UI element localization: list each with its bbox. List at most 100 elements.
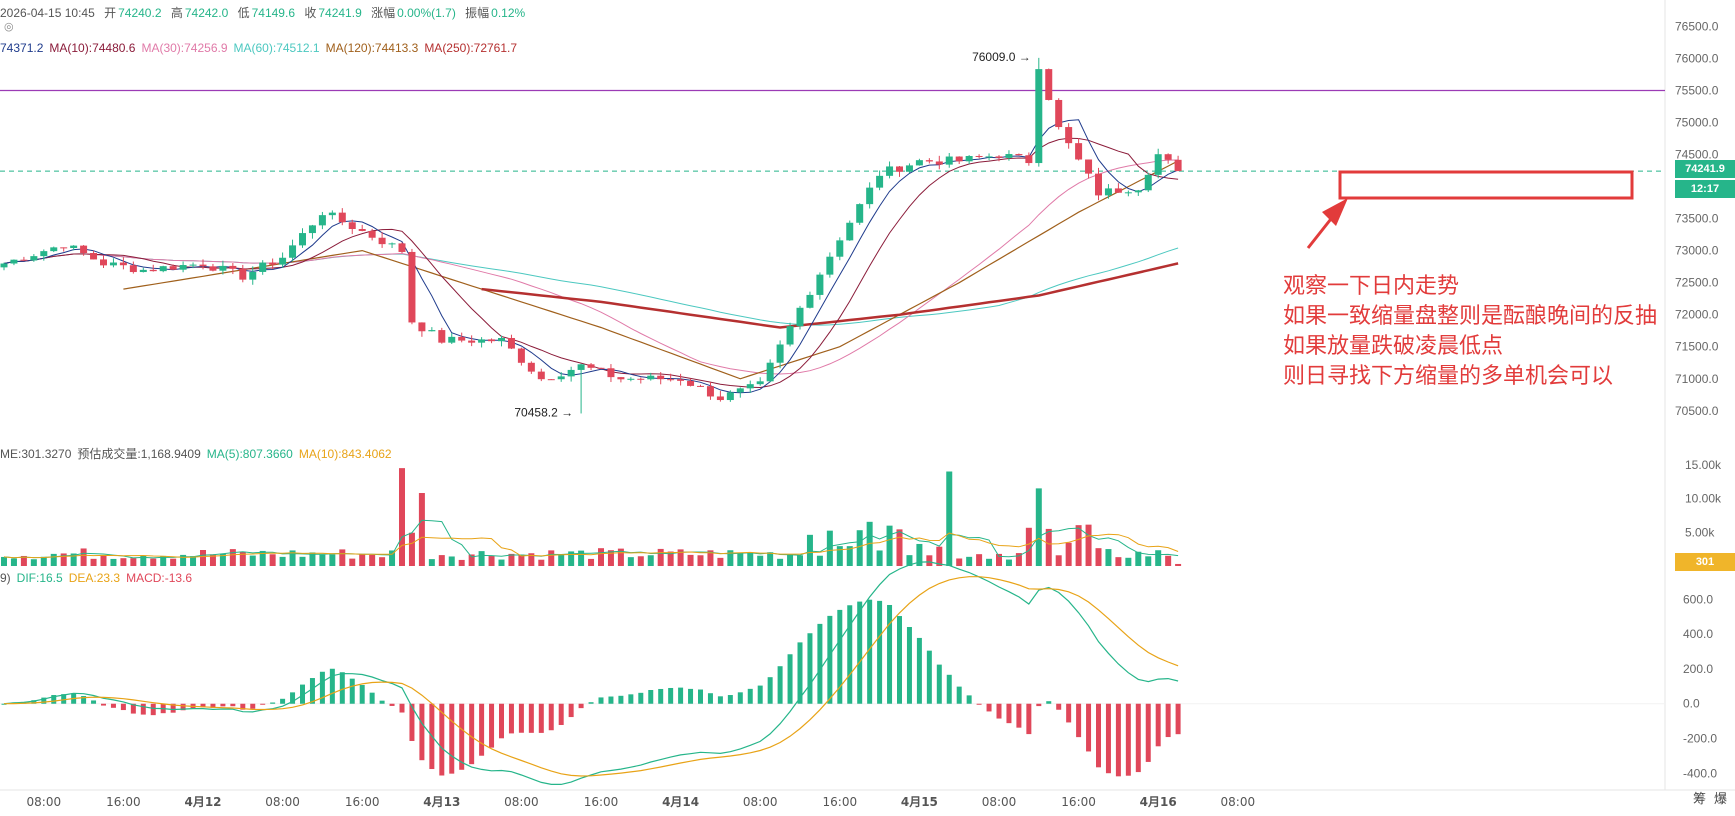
volume-bar <box>1035 488 1042 566</box>
volume-legend: ME:301.3270 预估成交量:1,168.9409 MA(5):807.366… <box>0 445 398 462</box>
chart-stage[interactable]: 76500.076000.075500.075000.074500.074000… <box>0 0 1735 811</box>
candle-body <box>677 379 685 381</box>
macd-legend: 9) DIF:16.5 DEA:23.3 MACD:-13.6 <box>0 571 198 585</box>
macd-histogram-bar <box>1006 703 1012 724</box>
header-open: 74240.2 <box>118 6 162 20</box>
macd-histogram-bar <box>608 696 614 704</box>
price-tick-label: 72500.0 <box>1675 276 1719 290</box>
volume-bar <box>369 554 376 566</box>
header-amp-label: 振幅 <box>465 6 490 20</box>
macd-histogram-bar <box>658 688 664 704</box>
macd-histogram-bar <box>707 693 713 704</box>
macd-histogram-bar <box>787 654 793 704</box>
ohlc-header: 2026-04-15 10:45 开 74240.2 高 74242.0 低 7414… <box>0 4 531 21</box>
macd-histogram-bar <box>1036 703 1042 707</box>
candle-body <box>706 386 714 397</box>
macd-histogram-bar <box>678 687 684 704</box>
volume-legend-item-1: 预估成交量:1,168.9409 <box>77 447 201 461</box>
volume-bar <box>359 553 366 566</box>
macd-histogram-bar <box>747 688 753 704</box>
price-tick-label: 73000.0 <box>1675 244 1719 258</box>
volume-bar <box>498 559 505 566</box>
macd-histogram-bar <box>757 685 763 704</box>
macd-histogram-bar <box>877 600 883 704</box>
volume-bar <box>1175 563 1182 566</box>
macd-histogram-bar <box>986 703 992 712</box>
macd-histogram-bar <box>538 703 544 733</box>
price-chart[interactable]: 76500.076000.075500.075000.074500.074000… <box>0 0 1735 811</box>
liquidation-icon[interactable]: 爆 <box>1714 788 1727 807</box>
price-tick-label: 76500.0 <box>1675 19 1719 33</box>
candle-body <box>179 265 187 270</box>
macd-histogram-bar <box>698 689 703 704</box>
time-tick-label: 08:00 <box>1221 795 1256 809</box>
volume-bar <box>717 557 724 566</box>
macd-legend-item-2: DEA:23.3 <box>68 571 121 585</box>
candle-body <box>766 362 774 382</box>
candle-body <box>1134 190 1142 193</box>
ma60-line <box>3 247 1179 326</box>
macd-tick-label: -400.0 <box>1683 766 1717 780</box>
macd-histogram-bar <box>339 672 345 704</box>
volume-bar <box>30 559 37 566</box>
header-change-label: 涨幅 <box>371 6 396 20</box>
candle-body <box>607 368 615 378</box>
volume-bar <box>1135 551 1142 566</box>
candle-body <box>627 378 635 380</box>
macd-histogram-bar <box>479 703 485 756</box>
time-tick-label: 08:00 <box>265 795 300 809</box>
volume-bar <box>558 554 565 566</box>
macd-histogram-bar <box>628 694 634 704</box>
candle-body <box>159 266 167 272</box>
ma-legend-item-5: MA(250):72761.7 <box>424 41 518 55</box>
macd-histogram-bar <box>449 703 455 774</box>
candle-body <box>1095 173 1102 196</box>
candle-body <box>1015 154 1023 156</box>
chip-distribution-icon[interactable]: 筹 <box>1693 788 1706 807</box>
candle-body <box>30 256 38 261</box>
candle-body <box>269 262 277 265</box>
volume-bar <box>856 530 863 566</box>
macd-histogram-bar <box>140 703 146 715</box>
macd-histogram-bar <box>1135 703 1141 773</box>
volume-bar <box>806 534 813 566</box>
candle-body <box>667 379 675 381</box>
volume-bar <box>408 532 415 566</box>
candle-body <box>388 243 396 245</box>
candle-body <box>249 271 257 280</box>
macd-histogram-bar <box>1016 703 1022 728</box>
price-tick-label: 72000.0 <box>1675 308 1719 322</box>
volume-bar <box>10 558 17 566</box>
volume-bar <box>279 556 286 566</box>
volume-bar <box>1045 528 1052 566</box>
macd-histogram-bar <box>369 692 375 704</box>
volume-bar <box>657 548 664 566</box>
header-datetime: 2026-04-15 10:45 <box>0 6 95 20</box>
candle-body <box>517 348 525 363</box>
volume-bar <box>80 548 87 566</box>
volume-bar <box>1085 524 1092 566</box>
eye-icon[interactable]: ◎ <box>4 20 14 33</box>
candle-body <box>716 396 724 401</box>
candle-body <box>478 339 486 343</box>
macd-histogram-bar <box>1165 703 1171 738</box>
candle-body <box>308 225 316 234</box>
candle-body <box>50 247 58 252</box>
price-tick-label: 70500.0 <box>1675 404 1719 418</box>
candle-body <box>20 259 28 261</box>
volume-bar <box>926 555 933 566</box>
header-low: 74149.6 <box>251 6 295 20</box>
macd-histogram-bar <box>1105 703 1111 774</box>
macd-histogram-bar <box>936 664 942 704</box>
macd-histogram-bar <box>91 700 97 704</box>
time-tick-label: 08:00 <box>743 795 778 809</box>
candle-body <box>1114 188 1122 193</box>
price-tick-label: 71500.0 <box>1675 340 1719 354</box>
volume-bar <box>1055 555 1062 566</box>
macd-histogram-bar <box>329 668 335 704</box>
macd-histogram-bar <box>1026 703 1032 735</box>
time-tick-label: 08:00 <box>504 795 539 809</box>
candle-body <box>955 156 963 162</box>
candle-body <box>905 165 913 172</box>
macd-histogram-bar <box>379 700 385 704</box>
